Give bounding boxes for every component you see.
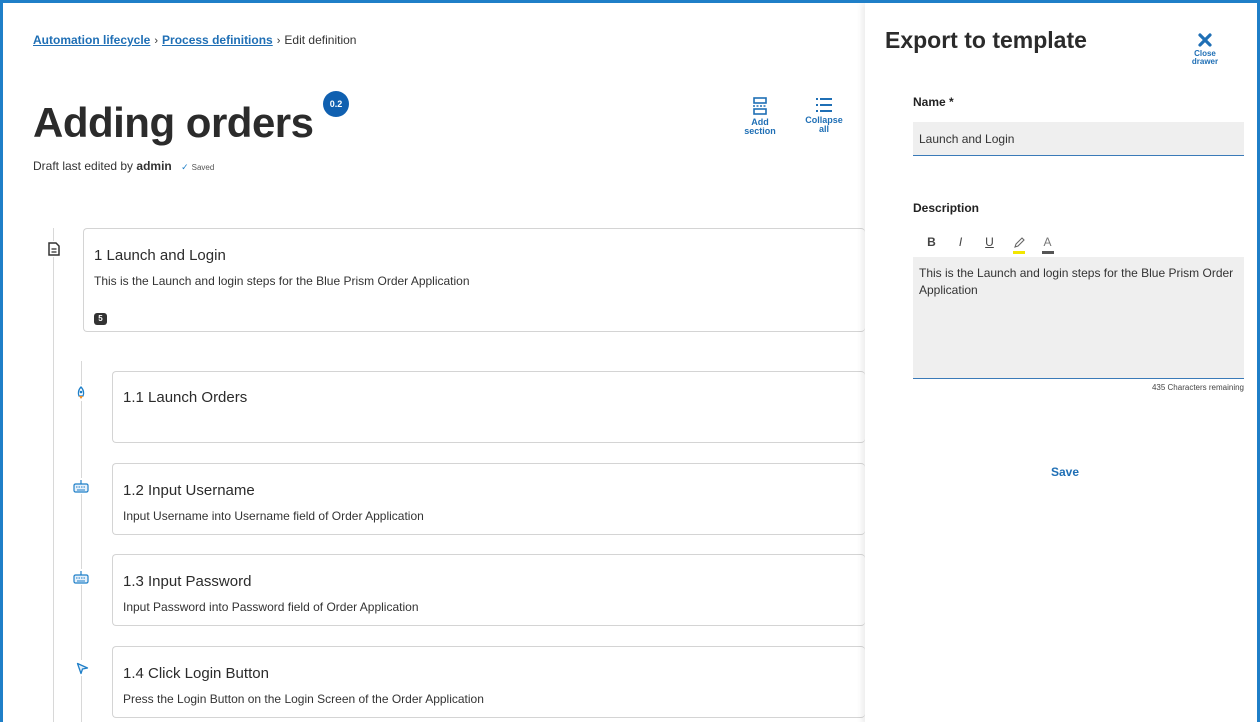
underline-button[interactable]: U <box>975 232 1004 254</box>
check-icon: ✓ <box>181 162 189 172</box>
step-title: 1.2 Input Username <box>123 482 255 499</box>
italic-label: I <box>958 235 963 249</box>
add-section-label-2: section <box>744 126 776 136</box>
main-content: Automation lifecycle › Process definitions… <box>3 3 865 722</box>
draft-prefix: Draft last edited by <box>33 159 134 173</box>
section-description: This is the Launch and login steps for t… <box>94 274 470 288</box>
step-card[interactable]: 1.1 Launch Orders <box>112 371 865 443</box>
step-count-badge: 5 <box>94 312 107 325</box>
close-drawer-label-2: drawer <box>1191 57 1219 66</box>
close-drawer-button[interactable]: Close drawer <box>1185 33 1225 66</box>
step-card[interactable]: 1.2 Input Username Input Username into U… <box>112 463 865 535</box>
highlight-color-bar <box>1012 251 1025 254</box>
collapse-all-button[interactable]: Collapse all <box>799 97 849 134</box>
step-description: Input Password into Password field of Or… <box>123 600 419 614</box>
section-title: 1 Launch and Login <box>94 247 226 264</box>
breadcrumb-process-definitions[interactable]: Process definitions <box>162 33 273 47</box>
chars-remaining: 435 Characters remaining <box>1151 383 1244 392</box>
rocket-icon <box>73 385 89 401</box>
step-card[interactable]: 1.4 Click Login Button Press the Login B… <box>112 646 865 718</box>
highlight-button[interactable] <box>1004 232 1033 254</box>
keyboard-icon <box>73 569 89 585</box>
step-title: 1.3 Input Password <box>123 573 252 590</box>
version-badge: 0.2 <box>323 91 349 117</box>
add-section-icon <box>753 97 767 115</box>
description-label: Description <box>913 201 980 215</box>
collapse-all-label-2: all <box>818 124 829 134</box>
step-title: 1.1 Launch Orders <box>123 389 248 406</box>
name-label: Name * <box>913 95 954 109</box>
description-editor[interactable]: This is the Launch and login steps for t… <box>913 257 1244 379</box>
bold-label: B <box>927 235 936 249</box>
underline-label: U <box>985 235 994 249</box>
font-color-button[interactable]: A <box>1033 232 1062 254</box>
section-card[interactable]: 1 Launch and Login This is the Launch an… <box>83 228 865 332</box>
breadcrumb-current: Edit definition <box>284 33 357 47</box>
step-card[interactable]: 1.3 Input Password Input Password into P… <box>112 554 865 626</box>
step-description: Press the Login Button on the Login Scre… <box>123 692 484 706</box>
document-icon <box>46 241 62 257</box>
collapse-all-icon <box>816 98 832 112</box>
font-color-bar <box>1041 251 1054 254</box>
add-section-button[interactable]: Add section <box>735 97 785 136</box>
drawer-title: Export to template <box>885 27 1087 53</box>
draft-status: Draft last edited by admin ✓ Saved <box>33 159 214 173</box>
cursor-icon <box>74 660 90 676</box>
saved-label: Saved <box>191 163 215 172</box>
draft-user: admin <box>136 159 172 173</box>
breadcrumb-automation-lifecycle[interactable]: Automation lifecycle <box>33 33 150 47</box>
timeline-line <box>53 228 54 722</box>
format-toolbar: B I U A <box>917 232 1062 254</box>
highlighter-icon <box>1013 237 1025 248</box>
page-title: Adding orders <box>33 99 314 146</box>
app-frame: Automation lifecycle › Process definitions… <box>0 0 1260 722</box>
bold-button[interactable]: B <box>917 232 946 254</box>
step-title: 1.4 Click Login Button <box>123 665 269 682</box>
step-description: Input Username into Username field of Or… <box>123 509 424 523</box>
font-color-label: A <box>1043 235 1052 249</box>
breadcrumb: Automation lifecycle › Process definitions… <box>33 33 356 47</box>
export-drawer: Export to template Close drawer Name * D… <box>865 3 1257 722</box>
keyboard-icon <box>73 478 89 494</box>
breadcrumb-separator: › <box>276 35 281 47</box>
close-icon <box>1198 33 1212 47</box>
breadcrumb-separator: › <box>154 35 159 47</box>
name-input[interactable] <box>913 122 1244 156</box>
italic-button[interactable]: I <box>946 232 975 254</box>
save-button[interactable]: Save <box>1035 465 1095 479</box>
